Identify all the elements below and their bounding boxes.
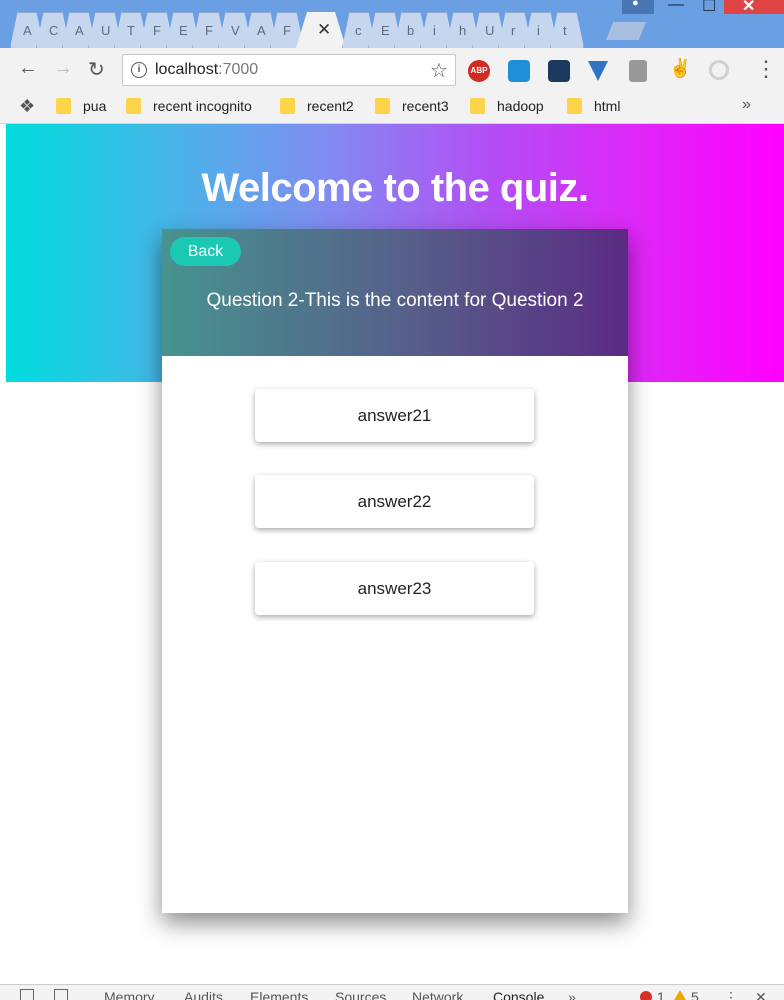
- tab-label: A: [23, 23, 32, 38]
- folder-icon: [567, 98, 582, 114]
- tab-label: V: [231, 23, 240, 38]
- peace-extension-icon[interactable]: ✌: [669, 58, 691, 79]
- bookmark-folder[interactable]: recent2: [280, 97, 354, 115]
- back-button[interactable]: Back: [170, 237, 241, 266]
- page-title: Welcome to the quiz.: [201, 166, 589, 210]
- answer-option[interactable]: answer23: [255, 562, 534, 615]
- forward-arrow-icon[interactable]: →: [53, 57, 73, 80]
- devtools-tab-audits[interactable]: Audits: [184, 989, 223, 1000]
- browser-tab[interactable]: A: [244, 12, 278, 48]
- download-extension-icon[interactable]: [588, 61, 608, 81]
- bookmark-folder[interactable]: html: [567, 97, 620, 115]
- browser-tab[interactable]: i: [420, 12, 454, 48]
- bookmark-star-icon[interactable]: ☆: [430, 58, 448, 83]
- adblock-extension-icon[interactable]: ABP: [468, 60, 490, 82]
- tab-label: T: [127, 23, 135, 38]
- error-icon[interactable]: [640, 991, 652, 1000]
- warning-count[interactable]: 5: [691, 989, 699, 1000]
- devtools-close-icon[interactable]: ✕: [755, 989, 767, 1000]
- browser-menu-icon[interactable]: ⋮: [755, 56, 777, 82]
- tab-label: U: [485, 23, 495, 38]
- tab-label: F: [283, 23, 291, 38]
- extension-icon[interactable]: [629, 60, 647, 82]
- tab-label: h: [459, 23, 467, 38]
- folder-icon: [470, 98, 485, 114]
- browser-tab[interactable]: V: [218, 12, 252, 48]
- browser-tab[interactable]: F: [270, 12, 304, 48]
- folder-icon: [375, 98, 390, 114]
- bookmark-folder[interactable]: recent incognito: [126, 97, 252, 115]
- browser-tab[interactable]: i: [524, 12, 558, 48]
- folder-icon: [280, 98, 295, 114]
- browser-tab-active[interactable]: ✕: [296, 12, 346, 48]
- question-header: Back Question 2-This is the content for …: [162, 229, 628, 356]
- tab-label: c: [355, 23, 362, 38]
- tab-label: U: [101, 23, 111, 38]
- devtools-more-tabs-icon[interactable]: »: [568, 989, 576, 1000]
- inspect-icon[interactable]: [20, 989, 34, 1000]
- browser-tab[interactable]: A: [62, 12, 96, 48]
- tab-label: E: [179, 23, 188, 38]
- extension-icon[interactable]: [508, 60, 530, 82]
- tab-strip: A C A U T F E F V A F ✕ c E b i h U r i …: [10, 12, 584, 48]
- devtools-tab-memory[interactable]: Memory: [104, 989, 155, 1000]
- chart-extension-icon[interactable]: [548, 60, 570, 82]
- tab-label: A: [257, 23, 266, 38]
- bookmark-folder[interactable]: pua: [56, 97, 106, 115]
- tab-close-icon[interactable]: ✕: [317, 20, 331, 40]
- extension-icon[interactable]: [709, 60, 729, 80]
- tab-label: i: [433, 23, 436, 38]
- tab-label: F: [205, 23, 213, 38]
- device-toolbar-icon[interactable]: [54, 989, 68, 1000]
- profile-icon: ●: [632, 0, 639, 9]
- browser-tab[interactable]: C: [36, 12, 70, 48]
- more-bookmarks-icon[interactable]: »: [742, 96, 751, 114]
- folder-icon: [56, 98, 71, 114]
- devtools-tab-elements[interactable]: Elements: [250, 989, 308, 1000]
- bookmark-folder[interactable]: hadoop: [470, 97, 544, 115]
- browser-tab[interactable]: T: [114, 12, 148, 48]
- folder-icon: [126, 98, 141, 114]
- minimize-icon[interactable]: —: [668, 0, 684, 14]
- error-count[interactable]: 1: [657, 989, 665, 1000]
- tab-label: t: [563, 23, 567, 38]
- browser-tab[interactable]: h: [446, 12, 480, 48]
- browser-tab[interactable]: r: [498, 12, 532, 48]
- answer-option[interactable]: answer21: [255, 389, 534, 442]
- tab-label: E: [381, 23, 390, 38]
- maximize-icon[interactable]: ☐: [702, 0, 716, 16]
- tab-label: r: [511, 23, 516, 38]
- bookmark-folder[interactable]: recent3: [375, 97, 449, 115]
- warning-icon[interactable]: [673, 990, 687, 1000]
- browser-tab[interactable]: t: [550, 12, 584, 48]
- browser-tab[interactable]: U: [472, 12, 506, 48]
- devtools-tab-network[interactable]: Network: [412, 989, 463, 1000]
- browser-tab[interactable]: E: [368, 12, 402, 48]
- extensions-puzzle-icon[interactable]: ❖: [19, 96, 35, 117]
- question-text: Question 2-This is the content for Quest…: [206, 290, 584, 311]
- browser-tab[interactable]: F: [192, 12, 226, 48]
- tab-label: C: [49, 23, 59, 38]
- window-close-icon: ✕: [742, 0, 756, 15]
- devtools-tab-sources[interactable]: Sources: [335, 989, 386, 1000]
- browser-tab[interactable]: E: [166, 12, 200, 48]
- quiz-card: Back Question 2-This is the content for …: [162, 229, 628, 913]
- browser-tab[interactable]: U: [88, 12, 122, 48]
- browser-tab[interactable]: A: [10, 12, 44, 48]
- tab-label: A: [75, 23, 84, 38]
- devtools-menu-icon[interactable]: ⋮: [724, 989, 738, 1000]
- tab-label: b: [407, 23, 415, 38]
- info-icon[interactable]: i: [131, 62, 147, 78]
- tab-label: F: [153, 23, 161, 38]
- tab-label: i: [537, 23, 540, 38]
- answer-option[interactable]: answer22: [255, 475, 534, 528]
- browser-tab[interactable]: b: [394, 12, 428, 48]
- url-text[interactable]: localhost:7000: [155, 61, 258, 79]
- devtools-tab-console[interactable]: Console: [493, 989, 544, 1000]
- back-arrow-icon[interactable]: ←: [18, 57, 38, 80]
- browser-tab[interactable]: F: [140, 12, 174, 48]
- reload-icon[interactable]: ↻: [88, 57, 105, 82]
- browser-tab[interactable]: c: [342, 12, 376, 48]
